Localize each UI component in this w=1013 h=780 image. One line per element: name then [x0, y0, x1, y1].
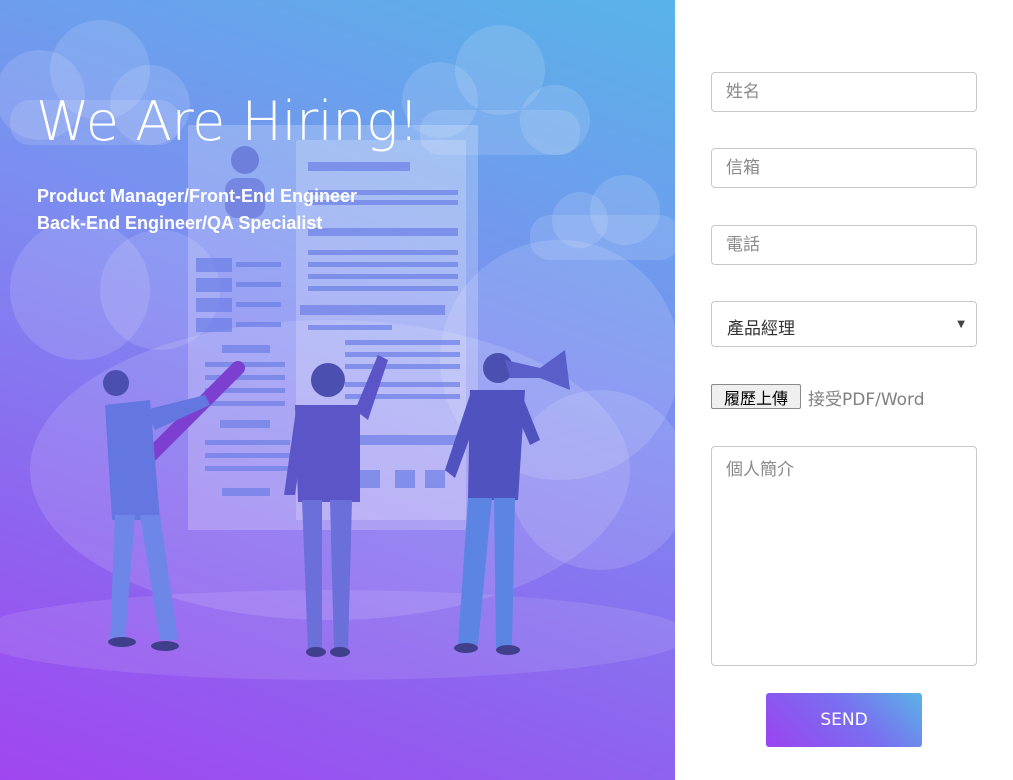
- name-input[interactable]: [711, 72, 977, 112]
- hero-title: We Are Hiring!: [36, 90, 420, 153]
- position-select[interactable]: 產品經理 ▼: [711, 301, 977, 347]
- hero-subtitle: Product Manager/Front-End Engineer Back-…: [37, 183, 357, 237]
- hero-subtitle-line-2: Back-End Engineer/QA Specialist: [37, 213, 323, 233]
- hero-panel: We Are Hiring! Product Manager/Front-End…: [0, 0, 675, 780]
- phone-input[interactable]: [711, 225, 977, 265]
- resume-upload-note: 接受PDF/Word: [808, 390, 925, 410]
- hero-subtitle-line-1: Product Manager/Front-End Engineer: [37, 186, 358, 206]
- send-button[interactable]: SEND: [766, 693, 922, 747]
- application-form: 產品經理 ▼ 履歷上傳 接受PDF/Word SEND: [675, 0, 1013, 780]
- position-select-value: 產品經理: [727, 319, 795, 339]
- email-input[interactable]: [711, 148, 977, 188]
- resume-upload-button[interactable]: 履歷上傳: [711, 384, 801, 409]
- caret-down-icon: ▼: [957, 319, 965, 330]
- bio-textarea[interactable]: [711, 446, 977, 666]
